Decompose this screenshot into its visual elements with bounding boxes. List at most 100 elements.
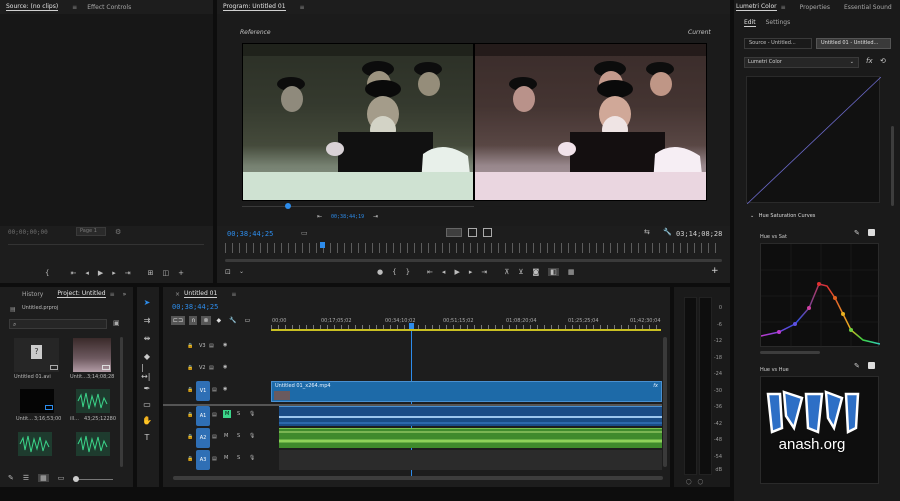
swap-icon[interactable]: ⇆: [644, 228, 650, 236]
camera-icon[interactable]: ◙: [532, 268, 539, 276]
solo-right-icon[interactable]: ◯: [698, 479, 704, 485]
multicam-icon[interactable]: ▦: [568, 268, 575, 276]
solo-left-icon[interactable]: ◯: [686, 479, 692, 485]
hand-tool-icon[interactable]: ✋: [141, 414, 153, 426]
program-playhead[interactable]: [320, 242, 325, 248]
solo-button[interactable]: S: [237, 455, 240, 461]
go-to-out-icon[interactable]: ⇥: [481, 268, 487, 276]
snap-icon[interactable]: ∩: [189, 316, 198, 325]
mark-in-icon[interactable]: {: [45, 269, 49, 277]
panel-overflow-icon[interactable]: »: [123, 291, 127, 298]
lock-icon[interactable]: 🔒: [187, 456, 193, 462]
work-area-bar[interactable]: [271, 329, 661, 331]
project-item[interactable]: ?: [14, 338, 59, 372]
tab-properties[interactable]: Properties: [800, 4, 830, 11]
mark-in-icon[interactable]: {: [392, 268, 396, 276]
project-item[interactable]: [76, 389, 110, 413]
razor-tool-icon[interactable]: ◆: [141, 350, 153, 362]
zoom-slider-thumb[interactable]: [73, 476, 80, 482]
add-marker-icon[interactable]: ●: [377, 268, 383, 276]
source-clip-button[interactable]: Source - Untitled...: [744, 38, 812, 49]
hue-sat-slider[interactable]: [760, 351, 820, 354]
program-mini-ruler[interactable]: [225, 243, 722, 253]
track-target-a1[interactable]: A1: [196, 406, 210, 426]
tab-sequence[interactable]: Untitled 01: [184, 290, 218, 298]
step-back-icon[interactable]: ◂: [85, 269, 89, 277]
hue-vs-sat-graph[interactable]: [760, 243, 881, 348]
lock-icon[interactable]: 🔒: [187, 365, 193, 371]
freeform-view-icon[interactable]: ▭: [58, 474, 65, 482]
program-wrench-icon[interactable]: 🔧: [663, 228, 672, 236]
mute-button[interactable]: M: [223, 410, 232, 418]
project-item[interactable]: [76, 432, 110, 456]
add-marker-icon[interactable]: ◆: [215, 316, 224, 325]
menu-icon[interactable]: ≡: [72, 4, 77, 11]
tab-lumetri-color[interactable]: Lumetri Color: [736, 3, 777, 11]
mute-button[interactable]: M: [224, 433, 228, 439]
effect-select[interactable]: Lumetri Color ⌄: [744, 57, 859, 68]
tab-effect-controls[interactable]: Effect Controls: [87, 4, 131, 11]
close-icon[interactable]: ×: [175, 291, 180, 298]
ripple-edit-tool-icon[interactable]: ⇹: [141, 332, 153, 344]
program-scrollbar[interactable]: [225, 259, 722, 262]
icon-view-icon[interactable]: ▦: [38, 474, 49, 482]
tab-essential-sound[interactable]: Essential Sound: [844, 4, 892, 11]
video-clip[interactable]: Untitled 01_x264.mp4 fx: [271, 381, 662, 402]
new-bin-icon[interactable]: ▣: [113, 319, 120, 327]
list-view-icon[interactable]: ☰: [23, 474, 29, 482]
sync-lock-icon[interactable]: ▤: [212, 387, 217, 393]
project-search-input[interactable]: ⌕: [9, 319, 107, 329]
page-select[interactable]: Page 1: [76, 227, 106, 236]
insert-icon[interactable]: ⊞: [148, 269, 154, 277]
captions-icon[interactable]: ▭: [243, 316, 253, 325]
mic-icon[interactable]: 🎙: [249, 455, 255, 461]
settings-chevron-icon[interactable]: ⌄: [239, 268, 244, 275]
track-target-a2[interactable]: A2: [196, 428, 210, 448]
sync-lock-icon[interactable]: ▤: [212, 412, 217, 418]
menu-icon[interactable]: ≡: [231, 291, 236, 298]
go-to-in-icon[interactable]: ⇤: [70, 269, 76, 277]
tab-project[interactable]: Project: Untitled: [57, 290, 106, 298]
add-button-icon[interactable]: +: [178, 269, 184, 277]
play-icon[interactable]: ▶: [454, 268, 459, 276]
lift-icon[interactable]: ⊼: [504, 268, 509, 276]
lock-icon[interactable]: 🔒: [187, 343, 193, 349]
side-by-side-icon[interactable]: [446, 228, 462, 237]
menu-icon[interactable]: ≡: [300, 4, 305, 11]
step-back-icon[interactable]: ◂: [442, 268, 446, 276]
audio-clip-a1[interactable]: [279, 406, 662, 426]
linked-selection-icon[interactable]: ⊗: [201, 316, 211, 325]
nest-icon[interactable]: ⊏⊐: [171, 316, 186, 325]
sync-lock-icon[interactable]: ▤: [209, 343, 214, 349]
audio-clip-a3[interactable]: [279, 450, 662, 470]
program-timecode[interactable]: 00;38;44;25: [227, 230, 273, 238]
export-frame-icon[interactable]: ◫: [163, 269, 170, 277]
lock-icon[interactable]: 🔒: [187, 412, 193, 418]
play-icon[interactable]: ▶: [98, 269, 103, 277]
menu-icon[interactable]: ≡: [110, 291, 115, 298]
step-forward-icon[interactable]: ▸: [469, 268, 473, 276]
track-target-v1[interactable]: V1: [196, 381, 210, 401]
eye-icon[interactable]: ◉: [223, 364, 227, 370]
project-item[interactable]: [18, 432, 52, 456]
mic-icon[interactable]: 🎙: [249, 411, 255, 417]
lumetri-scrollbar[interactable]: [891, 126, 894, 206]
rectangle-tool-icon[interactable]: ▭: [141, 398, 153, 410]
target-clip-button[interactable]: Untitled 01 - Untitled...: [816, 38, 891, 49]
pen-tool-icon[interactable]: ✒: [141, 382, 153, 394]
menu-icon[interactable]: ≡: [781, 4, 786, 11]
selection-tool-icon[interactable]: ➤: [141, 296, 153, 308]
sync-lock-icon[interactable]: ▤: [212, 434, 217, 440]
sync-lock-icon[interactable]: ▤: [212, 456, 217, 462]
fx-icon[interactable]: fx: [866, 57, 873, 65]
enable-checkbox[interactable]: [868, 362, 875, 369]
comparison-view-icon[interactable]: ◧: [548, 268, 559, 276]
mute-button[interactable]: M: [224, 455, 228, 461]
eye-icon[interactable]: ◉: [223, 342, 227, 348]
track-target-a3[interactable]: A3: [196, 450, 210, 470]
reference-playhead[interactable]: [285, 203, 291, 209]
tab-history[interactable]: History: [22, 291, 43, 298]
eye-icon[interactable]: ◉: [223, 386, 227, 392]
type-tool-icon[interactable]: T: [141, 431, 153, 443]
wrench-icon[interactable]: ⚙: [115, 228, 121, 236]
